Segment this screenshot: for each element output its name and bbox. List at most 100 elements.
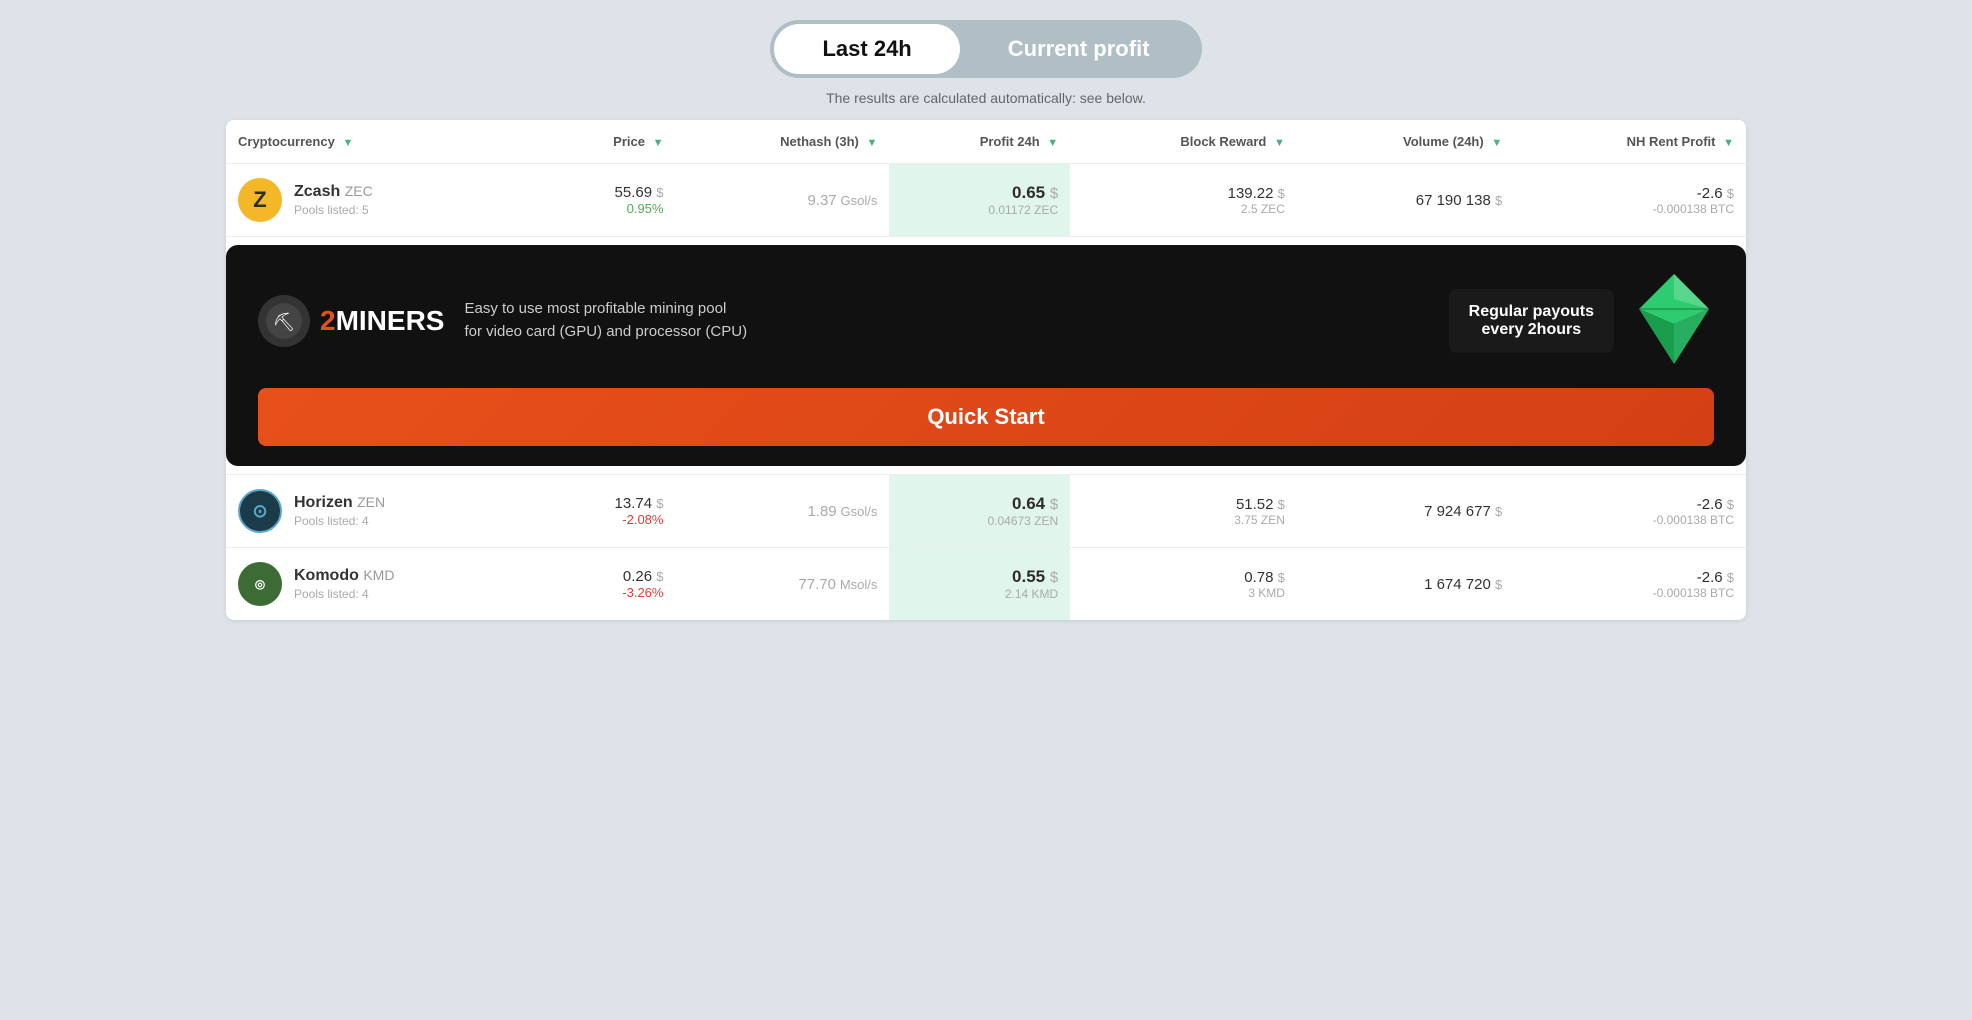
komodo-block-main: 0.78 $: [1082, 569, 1285, 586]
quick-start-button[interactable]: Quick Start: [258, 388, 1714, 446]
th-price[interactable]: Price ▼: [544, 120, 675, 164]
komodo-nh-profit: -2.6 $: [1526, 569, 1734, 586]
zcash-nethash: 9.37: [807, 192, 836, 209]
ad-banner-cell: ⛏ 2MINERS Easy to use most profitable mi…: [226, 237, 1746, 475]
th-blockreward[interactable]: Block Reward ▼: [1070, 120, 1297, 164]
horizen-nethash: 1.89: [807, 503, 836, 520]
th-nethash-arrow: ▼: [867, 137, 878, 149]
zcash-name: Zcash ZEC: [294, 183, 373, 201]
th-profit24h-label: Profit 24h: [980, 134, 1040, 149]
horizen-price-change: -2.08%: [556, 512, 663, 527]
svg-text:⛏: ⛏: [273, 311, 296, 331]
zcash-pools: Pools listed: 5: [294, 203, 373, 217]
th-volume-label: Volume (24h): [1403, 134, 1484, 149]
horizen-nh-sub: -0.000138 BTC: [1526, 513, 1734, 527]
komodo-pools: Pools listed: 4: [294, 587, 394, 601]
ad-banner: ⛏ 2MINERS Easy to use most profitable mi…: [226, 245, 1746, 466]
th-blockreward-label: Block Reward: [1180, 134, 1266, 149]
page-wrapper: Last 24h Current profit The results are …: [226, 20, 1746, 620]
block-cell-komodo: 0.78 $ 3 KMD: [1070, 548, 1297, 621]
profit-cell-zcash: 0.65 $ 0.01172 ZEC: [889, 164, 1070, 237]
ad-description: Easy to use most profitable mining poolf…: [464, 298, 1428, 343]
horizen-block-main: 51.52 $: [1082, 496, 1285, 513]
zcash-profit: 0.65 $: [901, 183, 1058, 203]
komodo-profit-sub: 2.14 KMD: [901, 587, 1058, 601]
zcash-nh-sub: -0.000138 BTC: [1526, 202, 1734, 216]
profit-cell-horizen: 0.64 $ 0.04673 ZEN: [889, 475, 1070, 548]
horizen-pools: Pools listed: 4: [294, 514, 385, 528]
th-volume[interactable]: Volume (24h) ▼: [1297, 120, 1514, 164]
komodo-volume: 1 674 720 $: [1424, 576, 1502, 593]
komodo-profit: 0.55 $: [901, 567, 1058, 587]
komodo-ticker: KMD: [363, 567, 394, 583]
ad-logo: ⛏ 2MINERS: [258, 295, 444, 347]
ad-logo-miners: MINERS: [336, 305, 445, 336]
zcash-profit-sub: 0.01172 ZEC: [901, 203, 1058, 217]
coin-cell-horizen[interactable]: ⊙ Horizen ZEN Pools listed: 4: [226, 475, 544, 548]
zcash-nh-profit: -2.6 $: [1526, 185, 1734, 202]
zcash-volume: 67 190 138 $: [1416, 192, 1502, 209]
block-cell-zcash: 139.22 $ 2.5 ZEC: [1070, 164, 1297, 237]
th-profit-arrow: ▼: [1047, 137, 1058, 149]
table-header-row: Cryptocurrency ▼ Price ▼ Nethash (3h) ▼ …: [226, 120, 1746, 164]
table-row: ◎ Komodo KMD Pools listed: 4 0.26 $ -3.2…: [226, 548, 1746, 621]
th-block-arrow: ▼: [1274, 137, 1285, 149]
th-price-arrow: ▼: [653, 137, 664, 149]
main-table: Cryptocurrency ▼ Price ▼ Nethash (3h) ▼ …: [226, 120, 1746, 620]
nethash-cell-horizen: 1.89 Gsol/s: [675, 475, 889, 548]
nh-profit-cell-komodo: -2.6 $ -0.000138 BTC: [1514, 548, 1746, 621]
ad-cta-section: Quick Start: [226, 388, 1746, 466]
price-cell-zcash: 55.69 $ 0.95%: [544, 164, 675, 237]
coin-cell-komodo[interactable]: ◎ Komodo KMD Pools listed: 4: [226, 548, 544, 621]
volume-cell-horizen: 7 924 677 $: [1297, 475, 1514, 548]
toggle-container: Last 24h Current profit: [226, 20, 1746, 78]
th-nethash[interactable]: Nethash (3h) ▼: [675, 120, 889, 164]
komodo-nethash: 77.70: [798, 576, 836, 593]
th-volume-arrow: ▼: [1491, 137, 1502, 149]
zcash-price: 55.69 $: [556, 184, 663, 201]
ad-payout-text: Regular payoutsevery 2hours: [1449, 289, 1614, 353]
horizen-nh-profit: -2.6 $: [1526, 496, 1734, 513]
nh-profit-cell-horizen: -2.6 $ -0.000138 BTC: [1514, 475, 1746, 548]
horizen-price: 13.74 $: [556, 495, 663, 512]
eth-svg: [1634, 269, 1714, 369]
toggle-last24h[interactable]: Last 24h: [774, 24, 959, 74]
ad-banner-row: ⛏ 2MINERS Easy to use most profitable mi…: [226, 237, 1746, 475]
ad-top-section: ⛏ 2MINERS Easy to use most profitable mi…: [226, 245, 1746, 388]
eth-diamond-icon: [1634, 269, 1714, 372]
komodo-block-sub: 3 KMD: [1082, 586, 1285, 600]
komodo-icon: ◎: [238, 562, 282, 606]
komodo-nh-sub: -0.000138 BTC: [1526, 586, 1734, 600]
th-cryptocurrency-label: Cryptocurrency: [238, 134, 335, 149]
table-row: ⊙ Horizen ZEN Pools listed: 4 13.74 $ -2…: [226, 475, 1746, 548]
horizen-icon: ⊙: [238, 489, 282, 533]
block-cell-horizen: 51.52 $ 3.75 ZEN: [1070, 475, 1297, 548]
ad-logo-text: 2MINERS: [320, 305, 444, 337]
zcash-block-main: 139.22 $: [1082, 185, 1285, 202]
horizen-profit: 0.64 $: [901, 494, 1058, 514]
profit-cell-komodo: 0.55 $ 2.14 KMD: [889, 548, 1070, 621]
toggle-group: Last 24h Current profit: [770, 20, 1201, 78]
komodo-price-change: -3.26%: [556, 585, 663, 600]
nethash-cell-komodo: 77.70 Msol/s: [675, 548, 889, 621]
coin-cell-zcash[interactable]: Z Zcash ZEC Pools listed: 5: [226, 164, 544, 237]
subtitle-text: The results are calculated automatically…: [226, 90, 1746, 106]
table-row: Z Zcash ZEC Pools listed: 5 55.69 $ 0.95…: [226, 164, 1746, 237]
th-profit24h[interactable]: Profit 24h ▼: [889, 120, 1070, 164]
th-price-label: Price: [613, 134, 645, 149]
horizen-profit-sub: 0.04673 ZEN: [901, 514, 1058, 528]
horizen-volume: 7 924 677 $: [1424, 503, 1502, 520]
zcash-ticker: ZEC: [345, 183, 373, 199]
th-cryptocurrency[interactable]: Cryptocurrency ▼: [226, 120, 544, 164]
horizen-name: Horizen ZEN: [294, 494, 385, 512]
volume-cell-zcash: 67 190 138 $: [1297, 164, 1514, 237]
th-nhprofit[interactable]: NH Rent Profit ▼: [1514, 120, 1746, 164]
horizen-ticker: ZEN: [357, 494, 385, 510]
price-cell-horizen: 13.74 $ -2.08%: [544, 475, 675, 548]
komodo-name: Komodo KMD: [294, 567, 394, 585]
zcash-icon: Z: [238, 178, 282, 222]
th-nhprofit-arrow: ▼: [1723, 137, 1734, 149]
nh-profit-cell-zcash: -2.6 $ -0.000138 BTC: [1514, 164, 1746, 237]
volume-cell-komodo: 1 674 720 $: [1297, 548, 1514, 621]
toggle-current-profit[interactable]: Current profit: [960, 24, 1198, 74]
